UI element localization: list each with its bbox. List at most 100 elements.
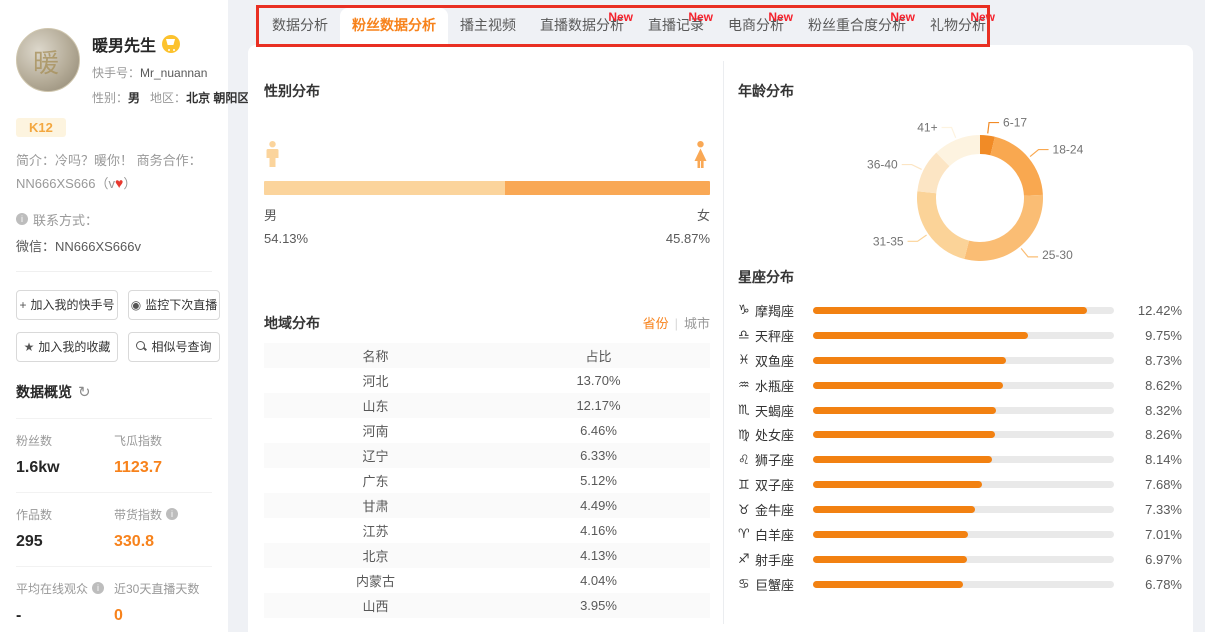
level-badge: K12: [16, 118, 66, 137]
streamer-name: 暖男先生: [92, 32, 156, 56]
table-row: 广东5.12%: [264, 468, 710, 493]
stat-group: 粉丝数1.6kw 飞瓜指数1123.7: [16, 419, 212, 493]
fans-analysis-panel: 性别分布 男 54.13% 女 45.87%: [248, 45, 1193, 632]
tab-ecommerce-analysis[interactable]: New电商分析: [716, 8, 796, 45]
age-label-line: [942, 128, 956, 138]
refresh-icon[interactable]: ↻: [78, 383, 91, 401]
column-divider: [723, 61, 724, 624]
add-kuaishou-account-button[interactable]: +加入我的快手号: [16, 290, 118, 320]
zodiac-value: 7.01%: [1130, 527, 1182, 542]
age-donut-svg: 6-1718-2425-3031-3536-4041+: [738, 105, 1182, 265]
commerce-index: 330.8: [114, 533, 212, 551]
age-label-line: [1021, 248, 1038, 257]
zodiac-row: ♊双子座7.68%: [738, 472, 1182, 497]
table-row: 山西3.95%: [264, 593, 710, 618]
tab-gift-analysis[interactable]: New礼物分析: [918, 8, 998, 45]
tab-live-records[interactable]: New直播记录: [636, 8, 716, 45]
table-row: 江苏4.16%: [264, 518, 710, 543]
zodiac-label: 射手座: [755, 550, 809, 569]
zodiac-bar-fill: [813, 357, 1006, 364]
zodiac-label: 天秤座: [755, 326, 809, 345]
zodiac-value: 7.33%: [1130, 502, 1182, 517]
tab-fans-data-analysis[interactable]: 粉丝数据分析: [340, 8, 448, 45]
zodiac-bar-track: [813, 506, 1114, 513]
region-toggle: 省份|城市: [643, 313, 710, 332]
female-stat: 女 45.87%: [666, 205, 710, 251]
toggle-province[interactable]: 省份: [643, 316, 669, 331]
zodiac-bar-fill: [813, 382, 1003, 389]
info-icon[interactable]: [166, 508, 178, 520]
monitor-next-live-button[interactable]: ◉监控下次直播: [128, 290, 220, 320]
age-slice-18-24: [990, 137, 1043, 196]
wechat-id: 微信：NN666XS666v: [16, 236, 212, 255]
zodiac-value: 9.75%: [1130, 328, 1182, 343]
tab-streamer-videos[interactable]: 播主视频: [448, 8, 528, 45]
zodiac-6-icon: ♍: [738, 427, 755, 443]
zodiac-value: 12.42%: [1130, 303, 1182, 318]
star-icon: ★: [24, 341, 35, 353]
stat-group: 作品数295 带货指数330.8: [16, 493, 212, 567]
zodiac-bar-track: [813, 307, 1114, 314]
analysis-tabs: 数据分析 粉丝数据分析 播主视频 New直播数据分析 New直播记录 New电商…: [260, 8, 998, 45]
age-label: 41+: [917, 121, 937, 135]
gender-bar-female: [505, 181, 710, 195]
age-label: 6-17: [1003, 116, 1027, 130]
zodiac-row: ♍处女座8.26%: [738, 422, 1182, 447]
zodiac-row: ♉金牛座7.33%: [738, 497, 1182, 522]
zodiac-11-icon: ♐: [738, 551, 755, 567]
table-row: 甘肃4.49%: [264, 493, 710, 518]
zodiac-value: 6.97%: [1130, 552, 1182, 567]
similar-account-search-button[interactable]: 相似号查询: [128, 332, 220, 362]
zodiac-row: ♌狮子座8.14%: [738, 447, 1182, 472]
kuaishou-id-row: 快手号：Mr_nuannan: [92, 64, 212, 81]
table-row: 北京4.13%: [264, 543, 710, 568]
tab-data-analysis[interactable]: 数据分析: [260, 8, 340, 45]
zodiac-label: 天蝎座: [755, 401, 809, 420]
zodiac-bar-fill: [813, 431, 995, 438]
zodiac-row: ♋巨蟹座6.78%: [738, 572, 1182, 597]
zodiac-label: 双子座: [755, 475, 809, 494]
shop-cart-badge-icon: [162, 35, 180, 53]
age-label: 25-30: [1042, 248, 1073, 262]
zodiac-row: ♒水瓶座8.62%: [738, 373, 1182, 398]
action-buttons: +加入我的快手号 ◉监控下次直播 ★加入我的收藏 相似号查询: [16, 271, 212, 362]
zodiac-bars: ♑摩羯座12.42%♎天秤座9.75%♓双鱼座8.73%♒水瓶座8.62%♏天蝎…: [738, 298, 1182, 597]
add-favorite-button[interactable]: ★加入我的收藏: [16, 332, 118, 362]
zodiac-label: 双鱼座: [755, 351, 809, 370]
profile-bio: 简介：冷吗？暖你！ 商务合作：NN666XS666（v♥）: [16, 150, 212, 196]
info-icon[interactable]: [92, 582, 104, 594]
zodiac-5-icon: ♏: [738, 402, 755, 418]
zodiac-4-icon: ♒: [738, 377, 755, 393]
contact-row: 联系方式：: [16, 210, 212, 229]
region-table: 名称占比 河北13.70% 山东12.17% 河南6.46% 辽宁6.33% 广…: [264, 343, 710, 618]
profile-header: 暖男先生 快手号：Mr_nuannan 性别：男 地区：北京 朝阳区: [16, 28, 212, 106]
tab-fans-overlap-analysis[interactable]: New粉丝重合度分析: [796, 8, 918, 45]
zodiac-value: 8.14%: [1130, 452, 1182, 467]
table-row: 河北13.70%: [264, 368, 710, 393]
zodiac-label: 巨蟹座: [755, 575, 809, 594]
zodiac-bar-fill: [813, 307, 1087, 314]
works-count: 295: [16, 533, 114, 551]
zodiac-bar-track: [813, 556, 1114, 563]
toggle-city[interactable]: 城市: [684, 316, 710, 331]
tab-live-data-analysis[interactable]: New直播数据分析: [528, 8, 636, 45]
zodiac-value: 8.62%: [1130, 378, 1182, 393]
zodiac-2-icon: ♎: [738, 327, 755, 343]
new-badge: New: [688, 10, 713, 24]
zodiac-bar-fill: [813, 556, 967, 563]
zodiac-bar-fill: [813, 531, 968, 538]
zodiac-1-icon: ♑: [738, 302, 755, 318]
region-section-title: 地域分布: [264, 313, 320, 333]
zodiac-value: 8.26%: [1130, 427, 1182, 442]
profile-sidebar: 暖男先生 快手号：Mr_nuannan 性别：男 地区：北京 朝阳区 K12 简…: [0, 0, 228, 632]
fans-count: 1.6kw: [16, 459, 114, 477]
new-badge: New: [970, 10, 995, 24]
zodiac-label: 狮子座: [755, 450, 809, 469]
age-slice-25-30: [964, 195, 1043, 261]
kuaishou-id: Mr_nuannan: [140, 66, 207, 80]
zodiac-8-icon: ♊: [738, 477, 755, 493]
zodiac-bar-track: [813, 431, 1114, 438]
data-overview-section: 数据概览 ↻ 粉丝数1.6kw 飞瓜指数1123.7 作品数295 带货指数33…: [16, 382, 212, 632]
table-row: 河南6.46%: [264, 418, 710, 443]
new-badge: New: [890, 10, 915, 24]
